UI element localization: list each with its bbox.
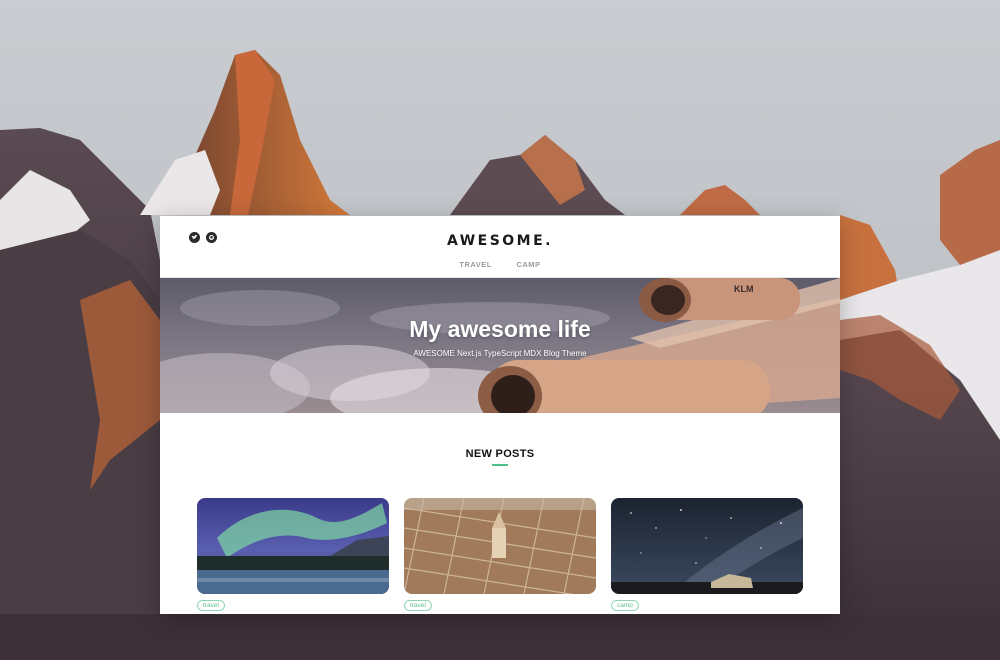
hero-text: My awesome life AWESOME Next.js TypeScri… xyxy=(160,316,840,358)
post-tag[interactable]: travel xyxy=(404,600,432,611)
post-thumbnail-aurora[interactable] xyxy=(197,498,389,594)
post-card[interactable]: travel xyxy=(404,498,596,612)
post-card[interactable]: camp xyxy=(611,498,803,612)
nav-item-camp[interactable]: CAMP xyxy=(516,260,540,269)
post-thumbnail-stars[interactable] xyxy=(611,498,803,594)
section-title: NEW POSTS xyxy=(465,448,535,460)
site-logo[interactable]: AWESOME. xyxy=(160,233,840,249)
airline-logo: KLM xyxy=(734,284,754,294)
section-underline xyxy=(492,464,508,466)
post-card[interactable]: travel xyxy=(197,498,389,612)
hero-banner: KLM My awesome life AWESOME Next.js Type… xyxy=(160,278,840,413)
nav-item-travel[interactable]: TRAVEL xyxy=(459,260,491,269)
main-nav: TRAVEL CAMP xyxy=(160,260,840,269)
hero-title: My awesome life xyxy=(409,316,591,342)
browser-window: AWESOME. TRAVEL CAMP KLM My awesome life… xyxy=(160,216,840,614)
post-tag[interactable]: travel xyxy=(197,600,225,611)
post-tag[interactable]: camp xyxy=(611,600,639,611)
hero-subtitle: AWESOME Next.js TypeScript MDX Blog Them… xyxy=(413,349,587,358)
post-thumbnail-city[interactable] xyxy=(404,498,596,594)
site-header: AWESOME. TRAVEL CAMP xyxy=(160,216,840,278)
